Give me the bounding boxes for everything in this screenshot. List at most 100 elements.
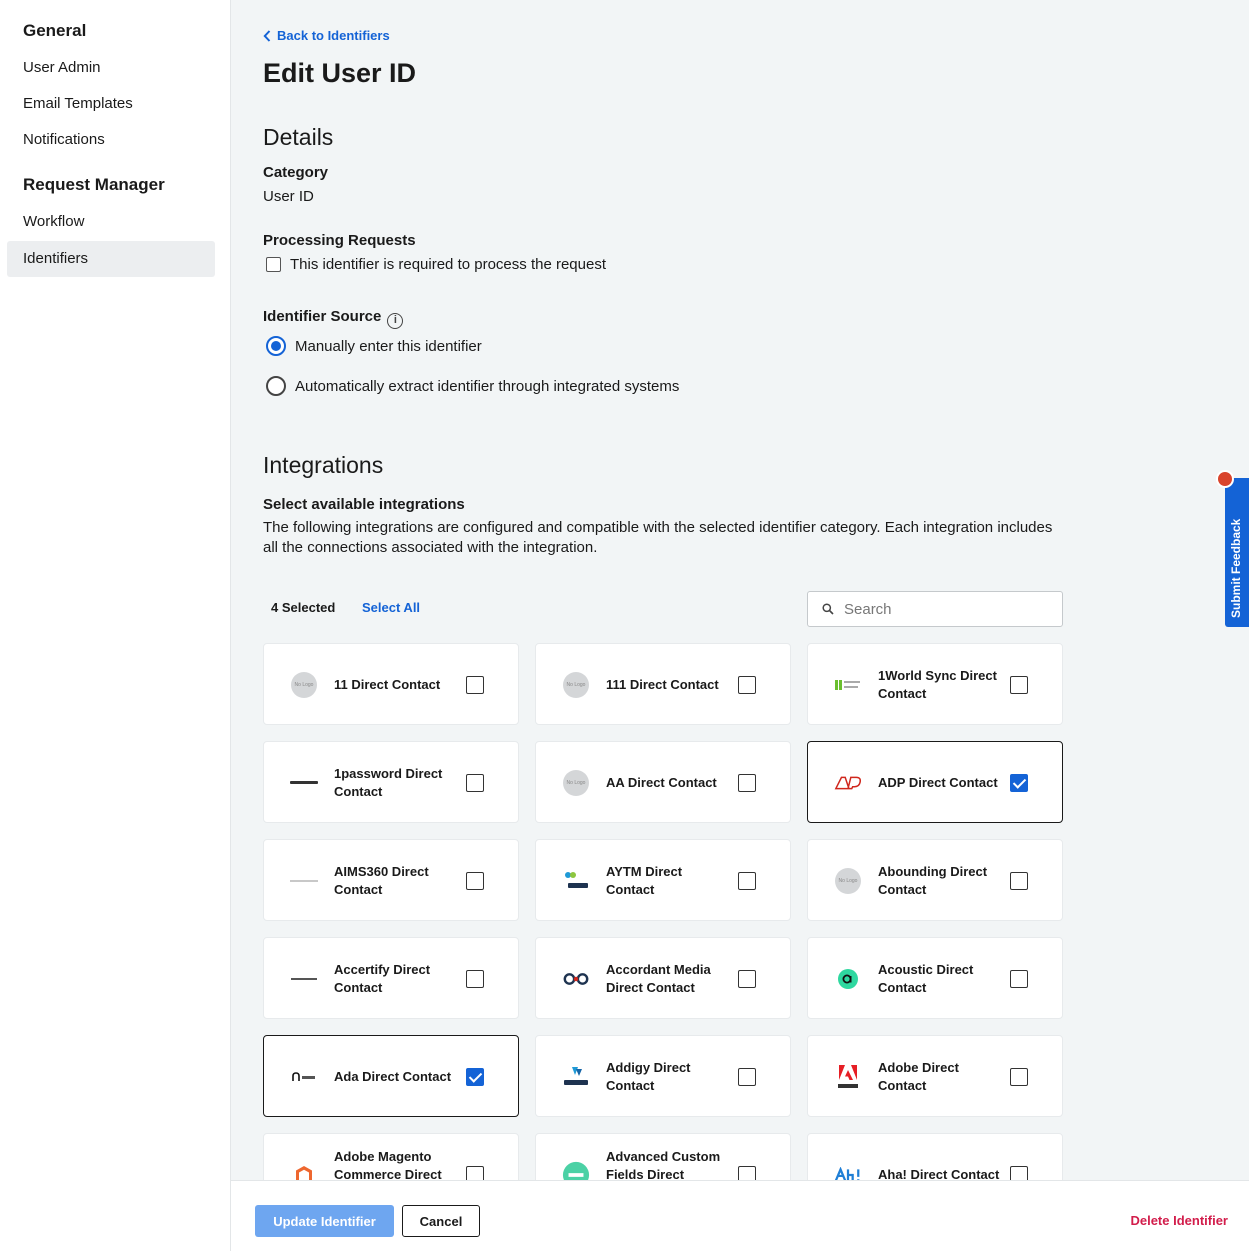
- integration-card-adp[interactable]: ADP Direct Contact: [807, 741, 1063, 823]
- integrations-subtitle: Select available integrations: [263, 496, 465, 513]
- integration-name: 11 Direct Contact: [334, 677, 441, 692]
- processing-required-checkbox[interactable]: This identifier is required to process t…: [266, 256, 606, 273]
- adp-logo-icon: [834, 769, 862, 797]
- integration-card-aa[interactable]: No Logo AA Direct Contact: [535, 741, 791, 823]
- integration-name: Aha! Direct Contact: [878, 1167, 1000, 1180]
- no-logo-icon: No Logo: [562, 671, 590, 699]
- integration-card-accertify[interactable]: Accertify Direct Contact: [263, 937, 519, 1019]
- sidebar-item-notifications[interactable]: Notifications: [7, 122, 215, 158]
- integration-checkbox[interactable]: [1010, 970, 1028, 988]
- details-title: Details: [263, 124, 334, 150]
- aims360-logo-icon: [290, 867, 318, 895]
- radio-manual-entry[interactable]: Manually enter this identifier: [266, 336, 482, 356]
- sidebar: General User Admin Email Templates Notif…: [0, 0, 231, 1251]
- integration-checkbox[interactable]: [1010, 676, 1028, 694]
- integration-checkbox-checked[interactable]: [466, 1068, 484, 1086]
- update-identifier-button[interactable]: Update Identifier: [255, 1205, 394, 1237]
- integration-card-ada[interactable]: Ada Direct Contact: [263, 1035, 519, 1117]
- integration-card-acf[interactable]: Advanced Custom Fields Direct Contact: [535, 1133, 791, 1180]
- submit-feedback-tab[interactable]: Submit Feedback: [1225, 478, 1249, 627]
- acf-logo-icon: [562, 1161, 590, 1180]
- page-title: Edit User ID: [263, 58, 417, 88]
- integration-name: Adobe Direct Contact: [878, 1060, 959, 1093]
- integration-card-11[interactable]: No Logo 11 Direct Contact: [263, 643, 519, 725]
- integration-name: 1password Direct Contact: [334, 766, 443, 799]
- integration-card-adobe[interactable]: Adobe Direct Contact: [807, 1035, 1063, 1117]
- integration-checkbox[interactable]: [738, 1068, 756, 1086]
- magento-logo-icon: [290, 1161, 318, 1180]
- radio-auto-extract[interactable]: Automatically extract identifier through…: [266, 376, 679, 396]
- integration-card-accordant[interactable]: Accordant Media Direct Contact: [535, 937, 791, 1019]
- integration-card-abounding[interactable]: No Logo Abounding Direct Contact: [807, 839, 1063, 921]
- accertify-logo-icon: [290, 965, 318, 993]
- integration-name: Addigy Direct Contact: [606, 1060, 691, 1093]
- integration-name: AA Direct Contact: [606, 775, 717, 790]
- integration-checkbox[interactable]: [1010, 1068, 1028, 1086]
- integration-card-aims360[interactable]: AIMS360 Direct Contact: [263, 839, 519, 921]
- sidebar-item-workflow[interactable]: Workflow: [7, 204, 215, 240]
- cancel-button[interactable]: Cancel: [402, 1205, 480, 1237]
- selected-count: 4 Selected: [271, 600, 336, 615]
- 1worldsync-logo-icon: [834, 671, 862, 699]
- integration-checkbox[interactable]: [466, 872, 484, 890]
- integration-name: ADP Direct Contact: [878, 775, 998, 790]
- radio-button[interactable]: [266, 376, 286, 396]
- integration-checkbox[interactable]: [466, 970, 484, 988]
- sidebar-heading-general: General: [23, 21, 87, 40]
- back-link[interactable]: Back to Identifiers: [263, 28, 390, 43]
- select-all-link[interactable]: Select All: [362, 600, 420, 615]
- integration-name: Abounding Direct Contact: [878, 864, 988, 897]
- integration-name: Adobe Magento Commerce Direct Contact: [334, 1149, 442, 1180]
- info-icon[interactable]: i: [387, 313, 404, 329]
- integration-card-111[interactable]: No Logo 111 Direct Contact: [535, 643, 791, 725]
- no-logo-icon: No Logo: [290, 671, 318, 699]
- integration-card-aytm[interactable]: AYTM Direct Contact: [535, 839, 791, 921]
- main-content: Back to Identifiers Edit User ID Details…: [231, 0, 1249, 1180]
- aytm-logo-icon: [562, 867, 590, 895]
- integration-checkbox[interactable]: [1010, 1166, 1028, 1180]
- integration-checkbox[interactable]: [738, 676, 756, 694]
- integration-name: Accordant Media Direct Contact: [606, 962, 711, 995]
- radio-button-checked[interactable]: [266, 336, 286, 356]
- integration-checkbox[interactable]: [738, 774, 756, 792]
- integration-checkbox[interactable]: [466, 1166, 484, 1180]
- sidebar-item-identifiers[interactable]: Identifiers: [7, 241, 215, 277]
- search-input[interactable]: [844, 600, 1044, 618]
- integration-checkbox[interactable]: [466, 774, 484, 792]
- integration-checkbox[interactable]: [738, 970, 756, 988]
- integration-card-magento[interactable]: Adobe Magento Commerce Direct Contact: [263, 1133, 519, 1180]
- ada-logo-icon: [290, 1063, 318, 1091]
- delete-identifier-link[interactable]: Delete Identifier: [1130, 1213, 1228, 1228]
- sidebar-item-user-admin[interactable]: User Admin: [7, 50, 215, 86]
- integration-card-aha[interactable]: Aha! Direct Contact: [807, 1133, 1063, 1180]
- integration-card-1password[interactable]: 1password Direct Contact: [263, 741, 519, 823]
- back-link-label: Back to Identifiers: [277, 28, 390, 43]
- integration-name: AIMS360 Direct Contact: [334, 864, 429, 897]
- integration-checkbox[interactable]: [738, 872, 756, 890]
- integration-checkbox[interactable]: [466, 676, 484, 694]
- checkbox-label: This identifier is required to process t…: [290, 256, 606, 273]
- checkbox-box[interactable]: [266, 257, 281, 272]
- search-icon: [822, 603, 834, 615]
- aha-logo-icon: [834, 1161, 862, 1180]
- identifier-source-label: Identifier Source i: [263, 308, 404, 329]
- integration-name: Advanced Custom Fields Direct Contact: [606, 1149, 721, 1180]
- 1password-logo-icon: [290, 769, 318, 797]
- integration-card-acoustic[interactable]: Acoustic Direct Contact: [807, 937, 1063, 1019]
- no-logo-icon: No Logo: [562, 769, 590, 797]
- adobe-logo-icon: [834, 1063, 862, 1091]
- integration-checkbox[interactable]: [738, 1166, 756, 1180]
- acoustic-logo-icon: [834, 965, 862, 993]
- integration-name: 1World Sync Direct Contact: [878, 668, 997, 701]
- integration-checkbox[interactable]: [1010, 872, 1028, 890]
- integration-card-1worldsync[interactable]: 1World Sync Direct Contact: [807, 643, 1063, 725]
- notification-dot-icon: [1216, 470, 1234, 488]
- integration-checkbox-checked[interactable]: [1010, 774, 1028, 792]
- action-footer: Update Identifier Cancel Delete Identifi…: [231, 1180, 1249, 1251]
- integrations-title: Integrations: [263, 452, 384, 478]
- processing-label: Processing Requests: [263, 232, 416, 249]
- accordant-logo-icon: [562, 965, 590, 993]
- sidebar-item-email-templates[interactable]: Email Templates: [7, 86, 215, 122]
- search-field[interactable]: [807, 591, 1063, 627]
- integration-card-addigy[interactable]: Addigy Direct Contact: [535, 1035, 791, 1117]
